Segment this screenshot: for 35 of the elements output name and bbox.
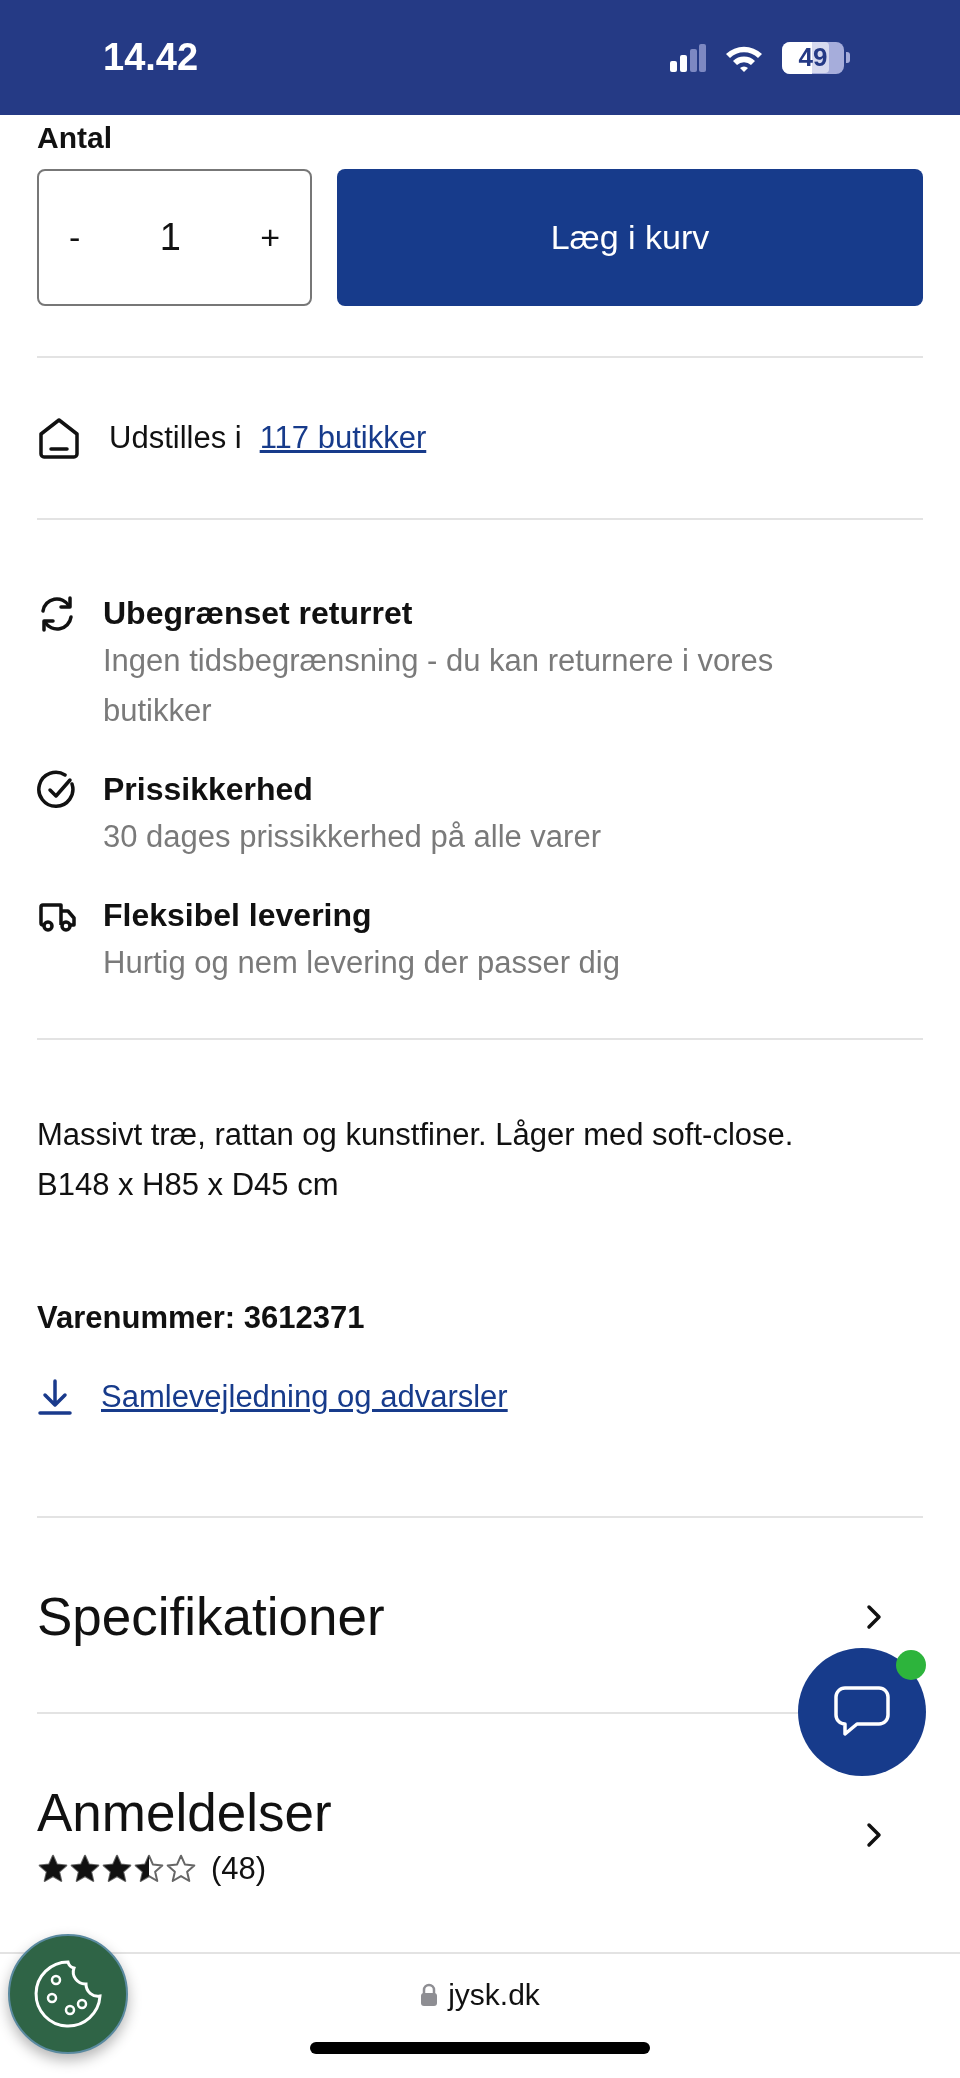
- chevron-right-icon[interactable]: [865, 1602, 883, 1631]
- star-icon: [101, 1853, 133, 1885]
- section-title[interactable]: Anmeldelser: [37, 1783, 332, 1842]
- url-text: jysk.dk: [448, 1978, 540, 2012]
- feature-title: Ubegrænset returret: [103, 594, 414, 633]
- feature-title: Prissikkerhed: [103, 770, 314, 809]
- review-count: (48): [211, 1851, 267, 1887]
- assembly-link[interactable]: Samlevejledning og advarsler: [101, 1379, 508, 1415]
- feature-title: Fleksibel levering: [103, 896, 373, 935]
- star-icon: [165, 1853, 197, 1885]
- quantity-stepper[interactable]: - 1 +: [37, 169, 312, 306]
- add-to-cart-button[interactable]: Læg i kurv: [337, 169, 923, 306]
- quantity-label: Antal: [37, 121, 113, 155]
- showroom-text: Udstilles i: [109, 420, 242, 456]
- decrement-button[interactable]: -: [59, 212, 91, 263]
- item-number: Varenummer: 3612371: [37, 1300, 366, 1336]
- stores-link[interactable]: 117 butikker: [259, 420, 427, 456]
- store-icon: [37, 416, 81, 460]
- signal-icon: [670, 43, 706, 72]
- feature-description: Hurtig og nem levering der passer dig: [103, 944, 621, 982]
- status-time: 14.42: [103, 36, 199, 79]
- section-title[interactable]: Specifikationer: [37, 1587, 385, 1646]
- star-icon: [69, 1853, 101, 1885]
- star-icon: [37, 1853, 69, 1885]
- chevron-right-icon[interactable]: [865, 1820, 883, 1849]
- check-circle-icon: [37, 770, 77, 810]
- feature-description: Ingen tidsbegrænsning - du kan returnere i vores butikker: [103, 642, 775, 730]
- description-text: Massivt træ, rattan og kunstfiner. Låger med soft-close.: [37, 1116, 795, 1154]
- description-text: B148 x H85 x D45 cm: [37, 1166, 340, 1204]
- star-icon: [133, 1853, 165, 1885]
- increment-button[interactable]: +: [250, 212, 290, 263]
- quantity-value: 1: [159, 216, 181, 259]
- lock-icon: [420, 1983, 439, 2007]
- feature-description: 30 dages prissikkerhed på alle varer: [103, 818, 602, 856]
- download-icon: [37, 1378, 73, 1416]
